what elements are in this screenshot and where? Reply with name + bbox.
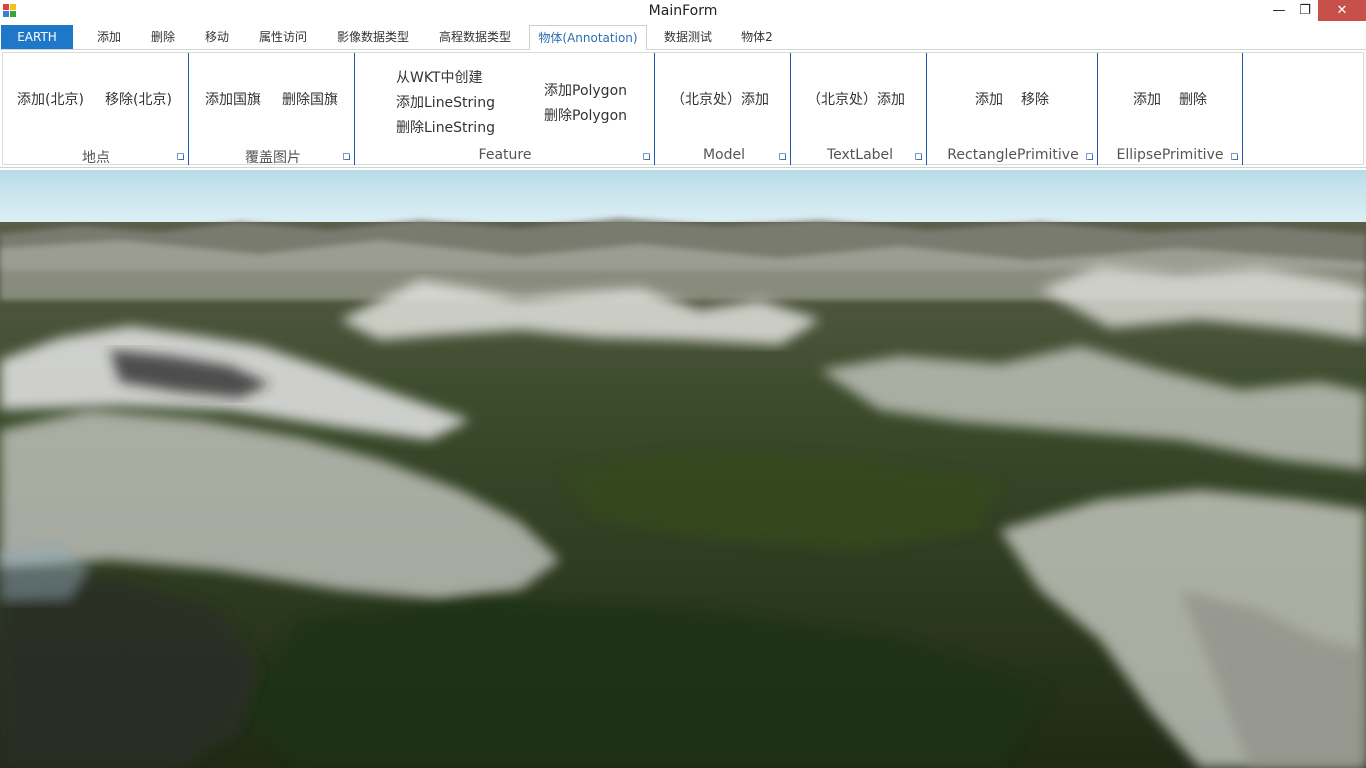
group-separator xyxy=(1242,53,1243,165)
delete-polygon-button[interactable]: 删除Polygon xyxy=(544,105,627,125)
add-flag-button[interactable]: 添加国旗 xyxy=(205,89,261,109)
close-button[interactable]: ✕ xyxy=(1318,0,1366,21)
group-separator xyxy=(354,53,355,165)
group-separator xyxy=(654,53,655,165)
tab-add[interactable]: 添加 xyxy=(88,25,130,49)
delete-flag-button[interactable]: 删除国旗 xyxy=(282,89,338,109)
tab-property-access[interactable]: 属性访问 xyxy=(250,25,316,49)
dialog-launcher-icon[interactable] xyxy=(1086,153,1093,160)
title-bar: MainForm — ❐ ✕ xyxy=(0,0,1366,22)
group-label-overlay-image: 覆盖图片 xyxy=(245,150,301,166)
ribbon-tab-bar: EARTH 添加 删除 移动 属性访问 影像数据类型 高程数据类型 物体(Ann… xyxy=(0,22,1366,51)
remove-beijing-button[interactable]: 移除(北京) xyxy=(105,89,172,109)
ellipse-delete-button[interactable]: 删除 xyxy=(1179,89,1207,109)
globe-viewport[interactable] xyxy=(0,170,1366,768)
create-from-wkt-button[interactable]: 从WKT中创建 xyxy=(396,67,483,87)
group-label-rectangleprimitive: RectanglePrimitive xyxy=(947,147,1079,163)
ribbon-panel: 添加(北京) 移除(北京) 地点 添加国旗 删除国旗 覆盖图片 从WKT中创建 … xyxy=(0,50,1366,168)
group-separator xyxy=(1097,53,1098,165)
tab-move[interactable]: 移动 xyxy=(196,25,238,49)
group-separator xyxy=(188,53,189,165)
rectangle-remove-button[interactable]: 移除 xyxy=(1021,89,1049,109)
tab-elevation-data-type[interactable]: 高程数据类型 xyxy=(430,25,520,49)
add-beijing-button[interactable]: 添加(北京) xyxy=(17,89,84,109)
group-label-textlabel: TextLabel xyxy=(826,147,894,163)
window-title: MainForm xyxy=(648,3,718,19)
dialog-launcher-icon[interactable] xyxy=(643,153,650,160)
add-polygon-button[interactable]: 添加Polygon xyxy=(544,80,627,100)
tab-data-test[interactable]: 数据测试 xyxy=(654,25,722,49)
maximize-button[interactable]: ❐ xyxy=(1292,0,1318,21)
textlabel-add-button[interactable]: （北京处）添加 xyxy=(807,89,905,109)
tab-imagery-data-type[interactable]: 影像数据类型 xyxy=(328,25,418,49)
tab-delete[interactable]: 删除 xyxy=(142,25,184,49)
group-label-feature: Feature xyxy=(478,147,532,163)
ellipse-add-button[interactable]: 添加 xyxy=(1133,89,1161,109)
rectangle-add-button[interactable]: 添加 xyxy=(975,89,1003,109)
dialog-launcher-icon[interactable] xyxy=(1231,153,1238,160)
minimize-button[interactable]: — xyxy=(1266,0,1292,21)
tab-object2[interactable]: 物体2 xyxy=(734,25,780,49)
terrain-view xyxy=(0,170,1366,768)
group-label-model: Model xyxy=(702,147,746,163)
delete-linestring-button[interactable]: 删除LineString xyxy=(396,117,495,137)
dialog-launcher-icon[interactable] xyxy=(343,153,350,160)
dialog-launcher-icon[interactable] xyxy=(177,153,184,160)
dialog-launcher-icon[interactable] xyxy=(779,153,786,160)
group-label-ellipseprimitive: EllipsePrimitive xyxy=(1116,147,1224,163)
group-separator xyxy=(790,53,791,165)
model-add-button[interactable]: （北京处）添加 xyxy=(671,89,769,109)
add-linestring-button[interactable]: 添加LineString xyxy=(396,92,495,112)
group-separator xyxy=(926,53,927,165)
tab-earth[interactable]: EARTH xyxy=(1,25,73,49)
dialog-launcher-icon[interactable] xyxy=(915,153,922,160)
group-label-place: 地点 xyxy=(82,150,110,166)
tab-annotation[interactable]: 物体(Annotation) xyxy=(529,25,647,51)
